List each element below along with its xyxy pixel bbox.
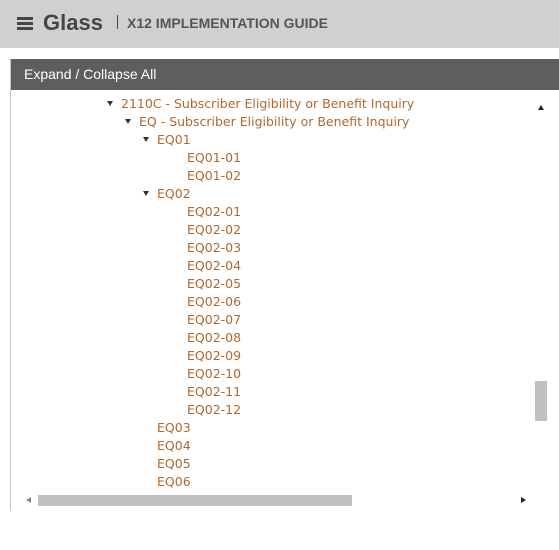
tree-node-label[interactable]: EQ02-02	[187, 222, 241, 237]
tree-node-label[interactable]: EQ02-07	[187, 312, 241, 327]
top-bar: Glass X12 IMPLEMENTATION GUIDE	[0, 0, 559, 48]
tree-node[interactable]: EQ02-06	[11, 293, 511, 311]
tree-node-label[interactable]: EQ02-04	[187, 258, 241, 273]
tree-node-label[interactable]: EQ04	[157, 438, 191, 453]
hamburger-menu-icon[interactable]	[17, 17, 33, 30]
tree-node[interactable]: EQ02-10	[11, 365, 511, 383]
tree-node[interactable]: EQ02-08	[11, 329, 511, 347]
brand-logo[interactable]: Glass	[43, 10, 103, 36]
scroll-left-arrow-icon[interactable]	[26, 497, 31, 503]
tree-node[interactable]: EQ01-02	[11, 167, 511, 185]
expand-triangle-icon[interactable]	[125, 119, 131, 124]
tree-node-label[interactable]: EQ01-01	[187, 150, 241, 165]
tree-node[interactable]: EQ01	[11, 131, 511, 149]
expand-collapse-all-button[interactable]: Expand / Collapse All	[11, 59, 559, 90]
tree-node-label[interactable]: EQ - Subscriber Eligibility or Benefit I…	[139, 114, 409, 129]
tree-node[interactable]: EQ02-01	[11, 203, 511, 221]
tree-node-label[interactable]: EQ02-10	[187, 366, 241, 381]
tree-node[interactable]: EQ02-05	[11, 275, 511, 293]
tree-node-label[interactable]: EQ02-08	[187, 330, 241, 345]
tree-node-label[interactable]: EQ01	[157, 132, 191, 147]
tree-node-label[interactable]: EQ01-02	[187, 168, 241, 183]
tree-node[interactable]: EQ02-03	[11, 239, 511, 257]
tree-node-label[interactable]: EQ02-03	[187, 240, 241, 255]
title-separator	[117, 15, 118, 29]
expand-triangle-icon[interactable]	[107, 101, 113, 106]
tree-node[interactable]: EQ02-07	[11, 311, 511, 329]
tree-node[interactable]: EQ03	[11, 419, 511, 437]
tree-node-label[interactable]: EQ06	[157, 474, 191, 489]
horizontal-scroll-thumb[interactable]	[38, 495, 352, 506]
tree-node[interactable]: EQ - Subscriber Eligibility or Benefit I…	[11, 113, 511, 131]
tree-node-label[interactable]: 2110C - Subscriber Eligibility or Benefi…	[121, 96, 414, 111]
tree-node[interactable]: EQ02-12	[11, 401, 511, 419]
expand-triangle-icon[interactable]	[143, 191, 149, 196]
scroll-up-arrow-icon[interactable]	[538, 105, 544, 110]
tree-node[interactable]: EQ02	[11, 185, 511, 203]
tree-node-label[interactable]: EQ02-05	[187, 276, 241, 291]
page-title: X12 IMPLEMENTATION GUIDE	[127, 15, 328, 31]
tree-panel: Expand / Collapse All 2110C - Subscriber…	[10, 59, 559, 511]
tree-node[interactable]: EQ02-09	[11, 347, 511, 365]
tree-node-label[interactable]: EQ02-12	[187, 402, 241, 417]
horizontal-scrollbar[interactable]	[11, 492, 533, 509]
tree: 2110C - Subscriber Eligibility or Benefi…	[11, 95, 511, 491]
expand-triangle-icon[interactable]	[143, 137, 149, 142]
tree-node[interactable]: EQ05	[11, 455, 511, 473]
vertical-scrollbar[interactable]	[533, 99, 550, 509]
tree-node-label[interactable]: EQ02-11	[187, 384, 241, 399]
tree-node[interactable]: EQ02-11	[11, 383, 511, 401]
scroll-right-arrow-icon[interactable]	[521, 497, 526, 503]
tree-viewport: 2110C - Subscriber Eligibility or Benefi…	[11, 90, 532, 550]
tree-node-label[interactable]: EQ02	[157, 186, 191, 201]
tree-node-label[interactable]: EQ03	[157, 420, 191, 435]
tree-node[interactable]: EQ02-02	[11, 221, 511, 239]
tree-node-label[interactable]: EQ05	[157, 456, 191, 471]
tree-node-label[interactable]: EQ02-06	[187, 294, 241, 309]
tree-node-label[interactable]: EQ02-01	[187, 204, 241, 219]
tree-node-label[interactable]: EQ02-09	[187, 348, 241, 363]
tree-node[interactable]: EQ02-04	[11, 257, 511, 275]
tree-node[interactable]: 2110C - Subscriber Eligibility or Benefi…	[11, 95, 511, 113]
vertical-scroll-thumb[interactable]	[535, 381, 547, 421]
tree-node[interactable]: EQ06	[11, 473, 511, 491]
tree-node[interactable]: EQ01-01	[11, 149, 511, 167]
tree-node[interactable]: EQ04	[11, 437, 511, 455]
